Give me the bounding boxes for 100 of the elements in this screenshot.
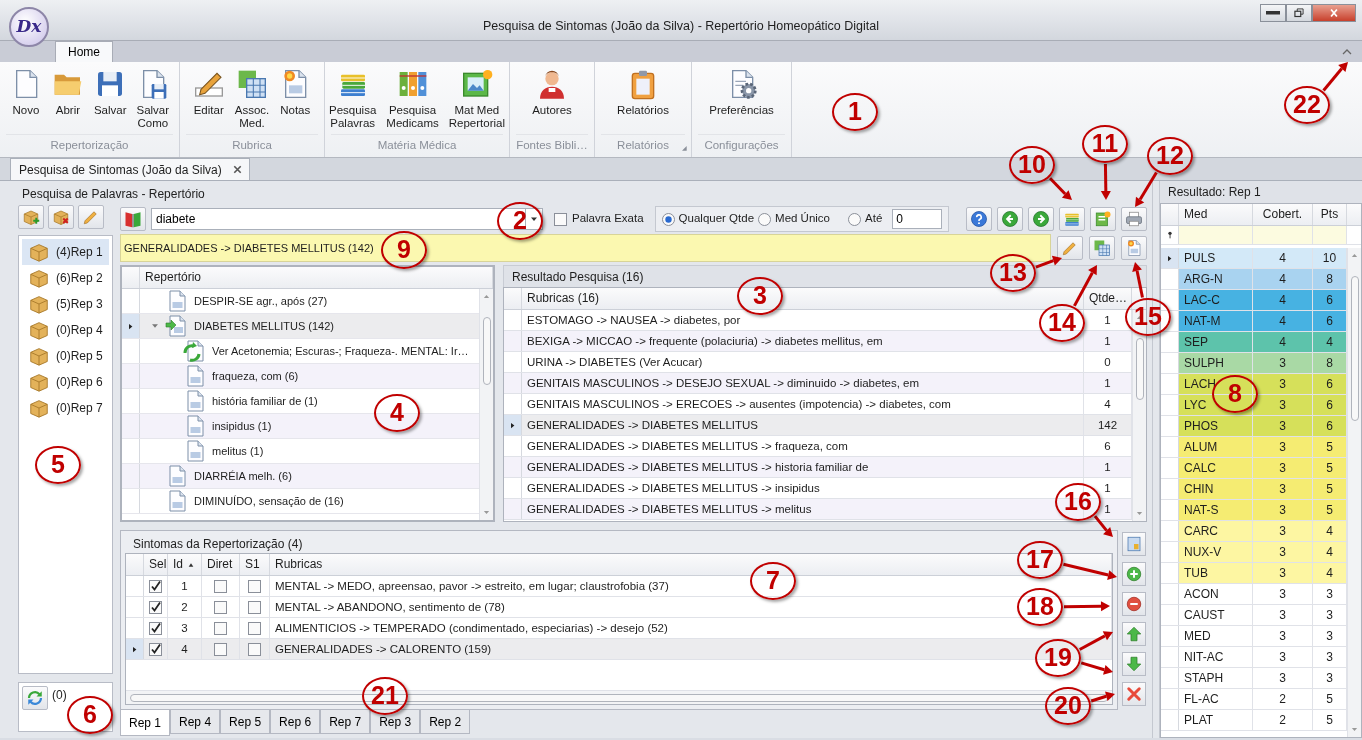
help-button[interactable] <box>966 207 992 231</box>
move-down-button[interactable] <box>1122 652 1146 676</box>
checkbox[interactable] <box>248 642 261 656</box>
result-row[interactable]: NAT-S 3 5 <box>1179 500 1347 520</box>
checkbox[interactable] <box>214 600 227 614</box>
ribbon-tab[interactable]: Home <box>55 41 113 62</box>
repertory-item[interactable]: (0)Rep 5 <box>22 343 109 369</box>
delete-button[interactable] <box>1122 682 1146 706</box>
column-header[interactable]: Pts <box>1313 204 1347 225</box>
panel-button[interactable] <box>1122 532 1146 556</box>
tree-item[interactable]: história familiar de (1) <box>208 389 320 413</box>
column-header[interactable]: Qtde… <box>1084 288 1132 309</box>
result-row[interactable]: NUX-V 3 4 <box>1179 542 1347 562</box>
tree-item[interactable]: Ver Acetonemia; Escuras-; Fraqueza-. MENTAL: Ir… <box>208 339 471 363</box>
column-header[interactable]: Sel <box>144 554 168 575</box>
edit-button[interactable] <box>78 205 104 229</box>
ribbon-button[interactable]: Preferências <box>705 68 778 134</box>
ribbon-button[interactable]: Editar <box>188 68 229 134</box>
column-header[interactable]: Diret <box>202 554 240 575</box>
radio-button[interactable] <box>758 212 772 226</box>
result-row[interactable]: PHOS 3 6 <box>1179 416 1347 436</box>
back-button[interactable] <box>997 207 1023 231</box>
column-header[interactable]: Id <box>168 554 202 575</box>
document-tab[interactable]: Pesquisa de Sintomas (João da Silva) <box>10 158 250 180</box>
result-row[interactable]: ARG-N 4 8 <box>1179 269 1347 289</box>
scrollbar[interactable] <box>1347 248 1361 737</box>
checkbox[interactable] <box>248 600 261 614</box>
ribbon-button[interactable]: Autores <box>528 68 576 134</box>
repertory-tab[interactable]: Rep 3 <box>370 710 421 734</box>
repertory-item[interactable]: (5)Rep 3 <box>22 291 109 317</box>
repertory-item[interactable]: (0)Rep 7 <box>22 395 109 421</box>
result-row[interactable]: CALC 3 5 <box>1179 458 1347 478</box>
close-button[interactable] <box>1312 4 1356 22</box>
remove-repertory-button[interactable] <box>48 205 74 229</box>
result-row[interactable]: LAC-C 4 6 <box>1179 290 1347 310</box>
result-row[interactable]: CHIN 3 5 <box>1179 479 1347 499</box>
ribbon-button[interactable]: Abrir <box>47 68 88 134</box>
result-row[interactable]: SEP 4 4 <box>1179 332 1347 352</box>
repertory-tab[interactable]: Rep 6 <box>270 710 321 734</box>
add-repertory-button[interactable] <box>18 205 44 229</box>
minimize-button[interactable] <box>1260 4 1286 22</box>
result-row[interactable]: SULPH 3 8 <box>1179 353 1347 373</box>
ribbon-button[interactable]: Novo <box>5 68 46 134</box>
result-row[interactable]: TUB 3 4 <box>1179 563 1347 583</box>
restore-button[interactable] <box>1286 4 1312 22</box>
edit-rubric-button[interactable] <box>1057 236 1083 260</box>
repertory-tab[interactable]: Rep 4 <box>170 710 221 734</box>
repertory-tab[interactable]: Rep 5 <box>220 710 271 734</box>
checkbox[interactable] <box>149 642 162 656</box>
ribbon-button[interactable]: Relatórios <box>613 68 673 134</box>
scrollbar-thumb[interactable] <box>1350 276 1359 421</box>
scrollbar[interactable] <box>479 289 493 520</box>
result-row[interactable]: NAT-M 4 6 <box>1179 311 1347 331</box>
checkbox[interactable] <box>554 212 567 226</box>
ribbon-button[interactable]: Notas <box>275 68 316 134</box>
checkbox[interactable] <box>149 621 162 635</box>
add-button[interactable] <box>1122 562 1146 586</box>
repertory-tab[interactable]: Rep 2 <box>420 710 471 734</box>
repertory-item[interactable]: (0)Rep 6 <box>22 369 109 395</box>
close-icon[interactable] <box>231 164 243 175</box>
move-up-button[interactable] <box>1122 622 1146 646</box>
ribbon-button[interactable]: Pesquisa Medicams <box>382 68 443 134</box>
checkbox[interactable] <box>214 621 227 635</box>
repertory-tab[interactable]: Rep 1 <box>120 710 171 736</box>
ribbon-button[interactable]: Mat Med Repertorial <box>444 68 509 134</box>
result-row[interactable]: CARC 3 4 <box>1179 521 1347 541</box>
repertory-item[interactable]: (4)Rep 1 <box>22 239 109 265</box>
book-button[interactable] <box>120 207 146 231</box>
checkbox[interactable] <box>248 621 261 635</box>
repertory-tab[interactable]: Rep 7 <box>320 710 371 734</box>
column-header[interactable]: Cobert. <box>1253 204 1313 225</box>
filter-cell[interactable] <box>1179 226 1253 244</box>
recycle-button[interactable] <box>22 686 48 710</box>
filter-cell[interactable] <box>1253 226 1313 244</box>
checkbox[interactable] <box>214 642 227 656</box>
tree-item[interactable]: insipidus (1) <box>208 414 274 438</box>
result-row[interactable]: PULS 4 10 <box>1179 248 1347 268</box>
dropdown-button[interactable] <box>525 208 543 230</box>
repertory-item[interactable]: (0)Rep 4 <box>22 317 109 343</box>
ribbon-button[interactable]: Assoc. Med. <box>230 68 274 134</box>
forward-button[interactable] <box>1028 207 1054 231</box>
column-header[interactable]: S1 <box>240 554 270 575</box>
checkbox[interactable] <box>248 579 261 593</box>
add-note-button[interactable] <box>1090 207 1116 231</box>
ribbon-button[interactable]: Salvar Como <box>132 68 174 134</box>
launcher-icon[interactable] <box>680 144 688 152</box>
checkbox[interactable] <box>149 579 162 593</box>
print-button[interactable] <box>1121 207 1147 231</box>
scrollbar-thumb[interactable] <box>1135 338 1144 400</box>
result-row[interactable]: ALUM 3 5 <box>1179 437 1347 457</box>
column-header[interactable]: Med <box>1179 204 1253 225</box>
tree-item[interactable]: DIMINUÍDO, sensação de (16) <box>190 489 346 513</box>
radio-button[interactable] <box>661 212 675 226</box>
notes-button[interactable] <box>1121 236 1147 260</box>
radio-button[interactable] <box>848 212 861 226</box>
books-button[interactable] <box>1059 207 1085 231</box>
remove-button[interactable] <box>1122 592 1146 616</box>
scrollbar-thumb[interactable] <box>482 317 491 385</box>
limit-field[interactable]: 0 <box>892 209 943 229</box>
ribbon-button[interactable]: Pesquisa Palavras <box>325 68 381 134</box>
